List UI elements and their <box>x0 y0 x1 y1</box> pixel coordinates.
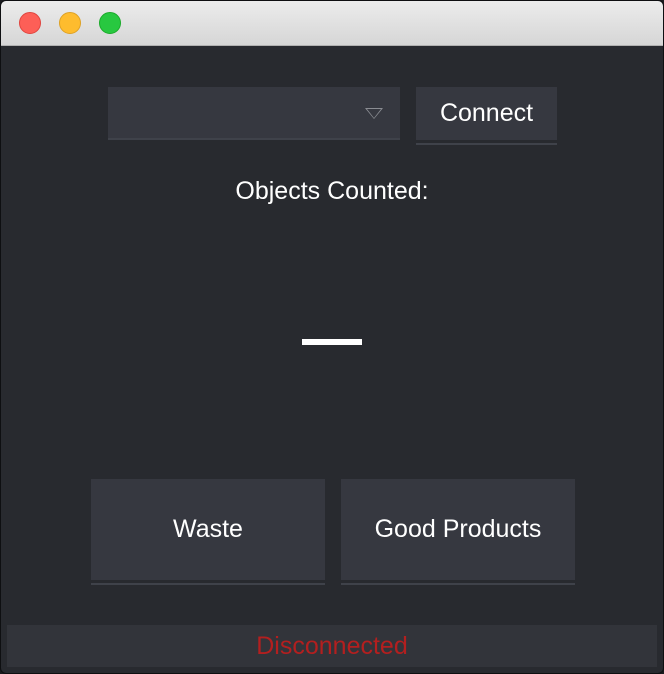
chevron-down-icon <box>365 108 383 119</box>
port-select[interactable] <box>108 87 400 140</box>
zoom-window-button[interactable] <box>99 12 121 34</box>
connection-status: Disconnected <box>7 625 657 667</box>
close-window-button[interactable] <box>19 12 41 34</box>
good-products-button[interactable]: Good Products <box>341 479 575 585</box>
objects-counted-value: — <box>302 304 362 371</box>
connect-button[interactable]: Connect <box>416 87 557 145</box>
minimize-window-button[interactable] <box>59 12 81 34</box>
waste-button[interactable]: Waste <box>91 479 325 585</box>
app-window: Connect Objects Counted: — Waste Good Pr… <box>0 0 664 674</box>
objects-counted-label: Objects Counted: <box>235 177 429 205</box>
title-bar <box>1 1 663 46</box>
